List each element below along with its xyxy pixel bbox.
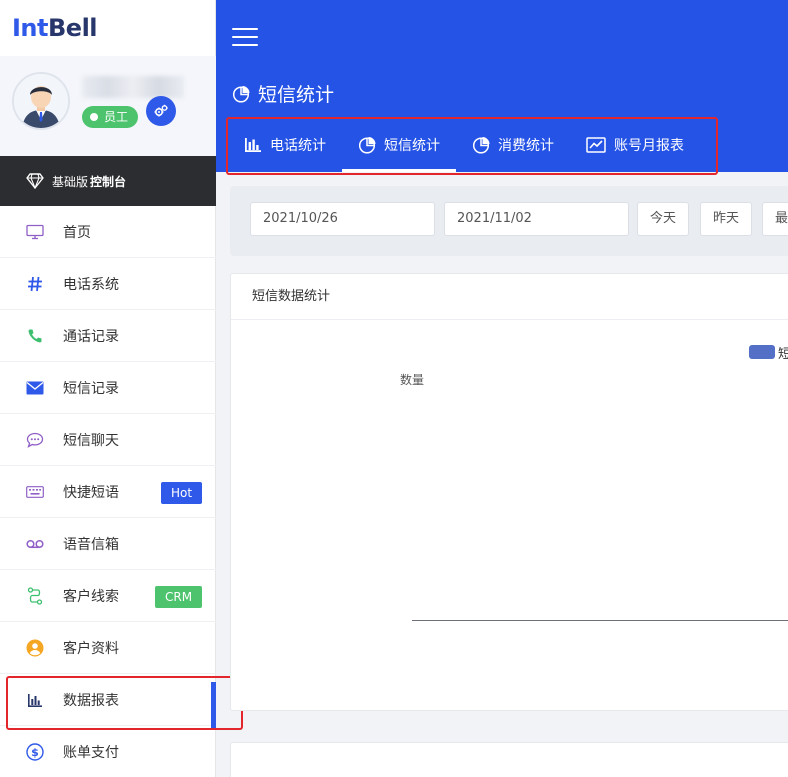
chart-card-title: 短信数据统计	[231, 274, 788, 320]
monitor-icon	[26, 223, 44, 241]
plan-console-label: 控制台	[90, 174, 127, 189]
main-content: 短信统计 电话统计 短信统计 消费统计 账号月报表 2021/10/26 202…	[216, 0, 788, 777]
sidebar-item-customer-profiles[interactable]: 客户资料	[0, 622, 216, 674]
phone-icon	[26, 327, 44, 345]
role-badge-label: 员工	[104, 110, 129, 124]
user-profile: 员工	[0, 56, 216, 156]
plan-edition: 基础版	[52, 174, 89, 189]
sidebar-item-label: 客户线索	[63, 588, 119, 605]
sidebar-item-label: 客户资料	[63, 640, 119, 657]
secondary-card	[230, 742, 788, 777]
sidebar-item-label: 通话记录	[63, 328, 119, 345]
sidebar-item-phone-system[interactable]: 电话系统	[0, 258, 216, 310]
sidebar-item-label: 短信记录	[63, 380, 119, 397]
page-title: 短信统计	[232, 80, 334, 107]
diamond-icon	[26, 173, 44, 189]
highlight-box-tabs	[226, 117, 718, 175]
legend-label[interactable]: 短	[778, 343, 788, 362]
hamburger-menu-icon[interactable]	[232, 28, 258, 46]
sidebar-item-label: 短信聊天	[63, 432, 119, 449]
sidebar-item-label: 电话系统	[63, 276, 119, 293]
brand-logo-int: Int	[12, 14, 49, 42]
brand-logo-bell: Bell	[48, 14, 98, 42]
envelope-icon	[26, 379, 44, 397]
page-title-text: 短信统计	[258, 84, 335, 106]
start-date-input[interactable]: 2021/10/26	[250, 202, 435, 236]
app-root: IntBell 员工 基础版 控制台 首页 电话系统 通话记录 短信记录 短信聊…	[0, 0, 788, 777]
sidebar-item-sms-records[interactable]: 短信记录	[0, 362, 216, 414]
hot-badge: Hot	[161, 482, 203, 504]
username-blurred	[82, 76, 184, 98]
sidebar-item-billing[interactable]: $ 账单支付	[0, 726, 216, 777]
role-badge: 员工	[82, 106, 139, 128]
pie-chart-icon	[232, 85, 250, 103]
recent-button[interactable]: 最	[762, 202, 788, 236]
gears-icon	[154, 104, 168, 117]
yesterday-button[interactable]: 昨天	[700, 202, 753, 236]
voicemail-icon	[26, 535, 44, 553]
sidebar-item-call-records[interactable]: 通话记录	[0, 310, 216, 362]
legend-swatch[interactable]	[749, 345, 775, 359]
end-date-input[interactable]: 2021/11/02	[444, 202, 629, 236]
y-axis-label: 数量	[400, 373, 425, 387]
svg-text:$: $	[31, 746, 39, 759]
sidebar-item-label: 快捷短语	[63, 484, 119, 501]
status-dot-icon	[90, 113, 98, 121]
hash-icon	[26, 275, 44, 293]
highlight-box-menu	[6, 676, 243, 730]
sidebar-item-home[interactable]: 首页	[0, 206, 216, 258]
plan-console-link[interactable]: 基础版 控制台	[0, 156, 216, 206]
route-icon	[26, 586, 44, 605]
top-header: 短信统计 电话统计 短信统计 消费统计 账号月报表	[216, 0, 788, 175]
sms-stats-chart-card: 短信数据统计 短 数量	[230, 273, 788, 711]
sidebar-item-label: 语音信箱	[63, 536, 119, 553]
today-button[interactable]: 今天	[637, 202, 690, 236]
keyboard-icon	[26, 483, 44, 501]
settings-gear-button[interactable]	[146, 96, 176, 126]
avatar[interactable]	[12, 72, 70, 130]
dollar-circle-icon: $	[26, 742, 44, 761]
user-circle-icon	[26, 639, 44, 657]
crm-badge: CRM	[155, 586, 203, 608]
x-axis-line	[412, 620, 788, 621]
sidebar: IntBell 员工 基础版 控制台 首页 电话系统 通话记录 短信记录 短信聊…	[0, 0, 243, 777]
brand-logo[interactable]: IntBell	[12, 14, 98, 42]
sidebar-item-voicemail[interactable]: 语音信箱	[0, 518, 216, 570]
sidebar-item-quick-phrases[interactable]: 快捷短语 Hot	[0, 466, 216, 518]
date-filter-bar: 2021/10/26 2021/11/02 今天 昨天 最	[230, 186, 788, 256]
sidebar-item-label: 首页	[63, 224, 91, 241]
chat-bubble-icon	[26, 431, 44, 449]
sidebar-item-customer-leads[interactable]: 客户线索 CRM	[0, 570, 216, 622]
sidebar-item-sms-chat[interactable]: 短信聊天	[0, 414, 216, 466]
sidebar-item-label: 账单支付	[63, 744, 119, 761]
